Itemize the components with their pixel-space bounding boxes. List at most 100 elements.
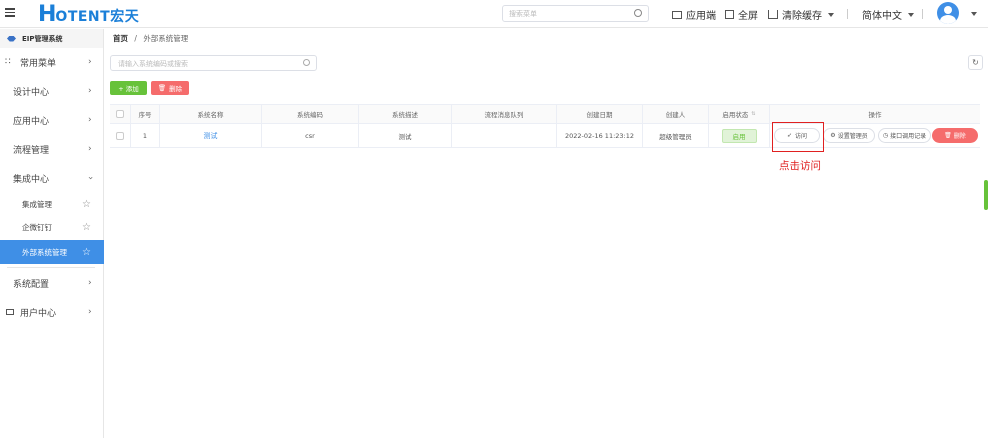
delete-button-label: 删除: [169, 85, 183, 93]
chevron-down-icon: [908, 12, 914, 17]
column-header: 创建日期: [557, 105, 643, 123]
system-search-input[interactable]: 请输入系统编码或搜索: [110, 55, 317, 71]
home-icon: [768, 10, 778, 19]
sidebar-item-design-center[interactable]: 设计中心 ›: [0, 77, 104, 105]
sidebar: EIP管理系统 ∷ 常用菜单 › 设计中心 › 应用中心 › 流程管理 › 集成…: [0, 29, 104, 438]
chevron-right-icon: ›: [88, 278, 92, 288]
language-select[interactable]: 简体中文: [862, 7, 914, 22]
system-search-placeholder: 请输入系统编码或搜索: [118, 60, 188, 68]
sidebar-item-user-center[interactable]: 用户中心 ›: [0, 298, 104, 326]
clear-cache-button[interactable]: 清除缓存: [768, 7, 834, 22]
menu-search-input[interactable]: 搜索菜单: [502, 5, 649, 22]
app-button[interactable]: 应用端: [672, 7, 716, 22]
star-icon[interactable]: ☆: [82, 247, 91, 258]
cell-creator: 超级管理员: [643, 124, 709, 147]
menu-toggle-icon[interactable]: [5, 8, 15, 17]
monitor-icon: [672, 10, 682, 19]
chevron-right-icon: ›: [88, 307, 92, 317]
divider: [847, 9, 848, 19]
row-delete-button[interactable]: 🗑 删除: [932, 128, 978, 143]
column-header: 系统编码: [262, 105, 359, 123]
sidebar-item-label: 外部系统管理: [22, 247, 67, 257]
grid-icon: ∷: [5, 57, 11, 67]
sidebar-item-label: 流程管理: [13, 145, 50, 156]
column-header: 系统描述: [359, 105, 452, 123]
cell-index: 1: [131, 124, 160, 147]
row-delete-button-label: 删除: [953, 133, 966, 140]
refresh-button[interactable]: ↻: [968, 55, 983, 70]
chevron-right-icon: ›: [88, 144, 92, 154]
select-all-cell: [110, 105, 131, 123]
divider: [922, 9, 923, 19]
chevron-down-icon: [828, 12, 834, 17]
sidebar-item-label: 设计中心: [13, 87, 50, 98]
divider: [7, 267, 95, 268]
monitor-icon: [6, 309, 14, 315]
column-header: 创建人: [643, 105, 709, 123]
menu-search-placeholder: 搜索菜单: [509, 10, 537, 18]
search-icon[interactable]: [634, 9, 642, 17]
add-button[interactable]: + 添加: [110, 81, 147, 95]
search-icon[interactable]: [303, 59, 310, 66]
column-header: 系统名称: [160, 105, 262, 123]
sort-icon[interactable]: ⇅: [751, 111, 755, 117]
column-header: 操作: [868, 111, 882, 119]
breadcrumb-separator: /: [134, 34, 137, 43]
table-row: 1 测试 csr 测试 2022-02-16 11:23:12 超级管理员 启用…: [110, 124, 980, 148]
gear-icon: ⚙: [830, 132, 836, 139]
sidebar-item-label: 企微钉钉: [22, 223, 52, 232]
scroll-indicator[interactable]: [984, 180, 988, 210]
logo: H OTENT宏天: [38, 1, 140, 27]
chevron-down-icon: ›: [84, 176, 95, 180]
row-checkbox[interactable]: [116, 131, 124, 140]
chevron-right-icon: ›: [88, 115, 92, 125]
sidebar-item-integration-manage[interactable]: 集成管理 ☆: [0, 193, 104, 216]
fullscreen-button[interactable]: 全屏: [725, 7, 758, 22]
avatar[interactable]: [937, 2, 959, 24]
status-badge: 启用: [721, 128, 757, 143]
sidebar-title: EIP管理系统: [22, 34, 63, 43]
sidebar-item-external-systems[interactable]: 外部系统管理 ☆: [0, 240, 104, 264]
sidebar-item-process[interactable]: 流程管理 ›: [0, 135, 104, 163]
set-admin-button[interactable]: ⚙ 设置管理员: [823, 128, 875, 143]
logo-text: OTENT宏天: [55, 8, 140, 25]
column-header: 流程消息队列: [452, 105, 557, 123]
star-icon[interactable]: ☆: [82, 199, 91, 210]
sidebar-item-label: 系统配置: [13, 279, 50, 290]
system-logo-icon: [7, 35, 16, 42]
cell-queue: [452, 124, 557, 147]
breadcrumb: 首页 / 外部系统管理: [113, 33, 188, 44]
api-log-button[interactable]: ◷ 接口调用记录: [878, 128, 931, 143]
fullscreen-label: 全屏: [738, 11, 758, 22]
highlight-box: [772, 122, 824, 152]
cell-name: 测试: [160, 124, 262, 147]
delete-button[interactable]: 🗑 删除: [151, 81, 189, 95]
star-icon[interactable]: ☆: [82, 222, 91, 233]
sidebar-item-wecom-dingtalk[interactable]: 企微钉钉 ☆: [0, 216, 104, 239]
sidebar-item-label: 集成中心: [13, 174, 50, 185]
trash-icon: 🗑: [157, 84, 167, 92]
sidebar-item-label: 用户中心: [20, 308, 57, 319]
sidebar-item-system-config[interactable]: 系统配置 ›: [0, 269, 104, 297]
breadcrumb-current: 外部系统管理: [143, 34, 189, 43]
fullscreen-icon: [725, 10, 734, 19]
logo-mark: H: [38, 1, 56, 27]
system-name-link[interactable]: 测试: [204, 131, 218, 141]
top-bar: H OTENT宏天 搜索菜单 应用端 全屏 清除缓存 简体中文: [0, 0, 988, 28]
sidebar-item-label: 应用中心: [13, 116, 50, 127]
breadcrumb-home[interactable]: 首页: [113, 34, 128, 43]
add-button-label: + 添加: [118, 85, 139, 93]
sidebar-item-label: 常用菜单: [20, 58, 57, 69]
column-header-label: 启用状态: [722, 111, 749, 119]
clock-icon: ◷: [882, 132, 889, 139]
column-header-status[interactable]: 启用状态 ⇅: [709, 105, 770, 123]
select-all-checkbox[interactable]: [116, 110, 124, 118]
sidebar-item-common-menu[interactable]: ∷ 常用菜单 ›: [0, 48, 104, 76]
chevron-down-icon[interactable]: [971, 12, 977, 16]
sidebar-item-app-center[interactable]: 应用中心 ›: [0, 106, 104, 134]
language-label: 简体中文: [862, 11, 902, 22]
sidebar-item-integration-center[interactable]: 集成中心 ›: [0, 164, 104, 192]
cell-status: 启用: [709, 124, 770, 147]
cell-created: 2022-02-16 11:23:12: [557, 124, 643, 147]
set-admin-button-label: 设置管理员: [837, 133, 868, 140]
